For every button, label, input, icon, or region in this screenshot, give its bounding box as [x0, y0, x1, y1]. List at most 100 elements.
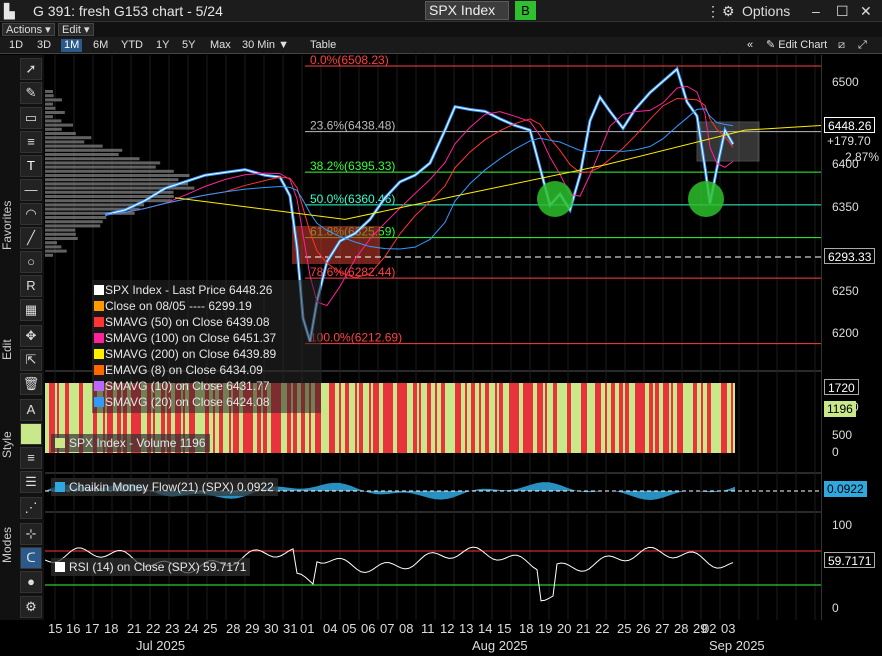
favorites-tab[interactable]: Favorites: [0, 165, 18, 285]
line-style-icon[interactable]: ≡: [20, 447, 42, 469]
volume-bar: [529, 383, 531, 453]
delete-icon[interactable]: 🗑: [20, 373, 42, 395]
legend-row: Close on 08/05 ---- 6299.19: [94, 298, 252, 314]
move-tool-icon[interactable]: ✥: [20, 325, 42, 347]
volume-bar: [401, 383, 403, 453]
volume-bar: [633, 383, 635, 453]
volume-bar: [413, 383, 415, 453]
volume-bar: [361, 383, 363, 453]
date-tick: 28: [674, 621, 689, 636]
b-button[interactable]: B: [515, 1, 536, 20]
volume-profile-bar: [45, 178, 179, 182]
ellipse-tool-icon[interactable]: ○: [20, 251, 42, 273]
volume-bar: [475, 383, 477, 453]
volume-profile-bar: [45, 157, 140, 161]
volume-bar: [701, 383, 703, 453]
volume-bar: [385, 383, 387, 453]
volume-bar: [605, 383, 607, 453]
dashed-line-icon[interactable]: ⋰: [20, 497, 42, 519]
settings-gear-icon[interactable]: ⚙: [20, 596, 42, 618]
price-legend: SPX Index - Last Price 6448.26 Close on 0…: [92, 280, 321, 413]
drawn-rectangle: [696, 121, 760, 162]
volume-bar: [443, 383, 445, 453]
volume-bar: [601, 383, 603, 453]
timeframe-1d[interactable]: 1D: [9, 39, 23, 52]
cursor-tool-icon[interactable]: ➚: [20, 58, 42, 80]
volume-bar: [469, 383, 471, 453]
volume-bar: [379, 383, 381, 453]
actions-menu[interactable]: Actions ▾: [2, 23, 55, 36]
edit-menu[interactable]: Edit ▾: [58, 23, 94, 36]
timeframe-6m[interactable]: 6M: [93, 39, 108, 52]
fibonacci-tool-icon[interactable]: ≡: [20, 131, 42, 153]
select-tool-icon[interactable]: ⇱: [20, 349, 42, 371]
volume-bar: [581, 383, 583, 453]
title-bar: ▙ G 391: fresh G153 chart - 5/24 SPX Ind…: [0, 0, 882, 22]
font-style-icon[interactable]: A: [20, 399, 42, 421]
volume-bar: [445, 383, 447, 453]
trendline-tool-icon[interactable]: ╱: [20, 227, 42, 249]
volume-bar: [609, 383, 611, 453]
date-tick: 28: [226, 621, 241, 636]
maximize-icon[interactable]: ☐: [836, 3, 849, 20]
legend-swatch: [94, 381, 104, 391]
measure-tool-icon[interactable]: R: [20, 275, 42, 297]
timeframe-5y[interactable]: 5Y: [182, 39, 195, 52]
volume-bar: [389, 383, 391, 453]
volume-bar: [539, 383, 541, 453]
volume-profile-bar: [45, 241, 58, 245]
table-button[interactable]: Table: [310, 39, 336, 52]
security-input[interactable]: SPX Index: [425, 1, 509, 20]
volume-bar: [547, 383, 549, 453]
volume-bar: [499, 383, 501, 453]
volume-bar: [531, 383, 533, 453]
volume-bar: [721, 383, 723, 453]
color-mode-icon[interactable]: ●: [20, 571, 42, 593]
volume-bar: [687, 383, 689, 453]
edit-tab[interactable]: Edit: [0, 330, 18, 370]
legend-text: Close on 08/05 ---- 6299.19: [105, 299, 252, 313]
fill-color-icon[interactable]: [20, 423, 42, 445]
volume-bar: [477, 383, 479, 453]
timeframe-1y[interactable]: 1Y: [156, 39, 169, 52]
volume-bar: [683, 383, 685, 453]
volume-bar: [571, 383, 573, 453]
volume-bar: [517, 383, 519, 453]
volume-profile-bar: [45, 165, 156, 169]
style-tab[interactable]: Style: [0, 420, 18, 470]
collapse-icon[interactable]: «: [747, 39, 753, 52]
volume-bar: [491, 383, 493, 453]
timeframe-max[interactable]: Max: [210, 39, 231, 52]
volume-bar: [455, 383, 457, 453]
expand-icon[interactable]: ⤢: [858, 39, 867, 52]
crosshair-mode-icon[interactable]: ⊹: [20, 523, 42, 545]
volume-bar: [337, 383, 339, 453]
horizontal-line-icon[interactable]: —: [20, 179, 42, 201]
close-icon[interactable]: ✕: [860, 3, 872, 20]
rectangle-tool-icon[interactable]: ▭: [20, 107, 42, 129]
channel-tool-icon[interactable]: ▦: [20, 299, 42, 321]
modes-tab[interactable]: Modes: [0, 520, 18, 570]
volume-bar: [409, 383, 411, 453]
volume-profile-bar: [45, 174, 190, 177]
arc-tool-icon[interactable]: ◠: [20, 203, 42, 225]
volume-bar: [711, 383, 713, 453]
minimize-icon[interactable]: –: [812, 3, 820, 19]
text-tool-icon[interactable]: T: [20, 155, 42, 177]
legend-row: SMAVG (100) on Close 6451.37: [94, 330, 276, 346]
interval-select[interactable]: 30 Min ▼: [242, 39, 289, 52]
timeframe-ytd[interactable]: YTD: [121, 39, 143, 52]
options-label[interactable]: Options: [742, 3, 790, 19]
chart-settings-icon[interactable]: ⧄: [838, 39, 845, 52]
gear-icon[interactable]: ⚙: [722, 3, 735, 20]
volume-bar: [541, 383, 543, 453]
pencil-tool-icon[interactable]: ✎: [20, 82, 42, 104]
edit-chart-button[interactable]: ✎ Edit Chart: [766, 39, 827, 52]
chart-area[interactable]: 0.0%(6508.23) 23.6%(6438.48) 38.2%(6395.33…: [44, 53, 822, 620]
timeframe-1m[interactable]: 1M: [61, 39, 83, 52]
timeframe-3d[interactable]: 3D: [37, 39, 51, 52]
more-icon[interactable]: ⋮: [706, 3, 720, 20]
date-axis: 15 16 17 18 21 22 23 24 25 28 29 30 31 01 04 05 06 07 08 11…: [45, 620, 821, 656]
snap-mode-icon[interactable]: ᑕ: [20, 547, 42, 569]
line-weight-icon[interactable]: ☰: [20, 471, 42, 493]
